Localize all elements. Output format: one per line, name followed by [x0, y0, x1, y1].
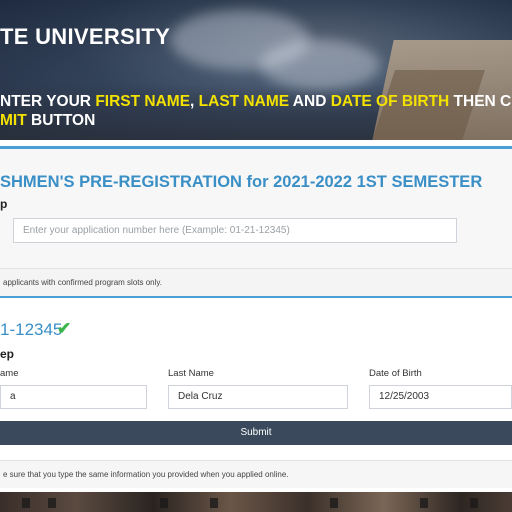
footer-window [210, 498, 218, 508]
footer-window [160, 498, 168, 508]
footer-window [330, 498, 338, 508]
instruction-part: BUTTON [26, 112, 96, 129]
instruction-part: NTER YOUR [0, 93, 96, 110]
dob-label: Date of Birth [369, 368, 422, 379]
first-name-field[interactable]: a [0, 385, 147, 409]
instruction-highlight: MIT [0, 112, 27, 129]
instruction-text: NTER YOUR FIRST NAME, LAST NAME AND DATE… [0, 92, 512, 130]
dob-field[interactable]: 12/25/2003 [369, 385, 512, 409]
instruction-highlight: FIRST NAME [95, 93, 191, 110]
footer-window [470, 498, 478, 508]
footer-window [48, 498, 56, 508]
page-title: SHMEN'S PRE-REGISTRATION for 2021-2022 1… [0, 173, 483, 191]
eligibility-note: applicants with confirmed program slots … [0, 268, 512, 296]
application-number-display: 1-12345 [0, 320, 63, 339]
submit-button[interactable]: Submit [0, 421, 512, 445]
footer-image [0, 492, 512, 512]
university-name: TE UNIVERSITY [0, 24, 171, 49]
hero-banner: TE UNIVERSITY NTER YOUR FIRST NAME, LAST… [0, 0, 512, 140]
instruction-highlight: DATE OF BIRTH [330, 93, 450, 110]
submission-note: e sure that you type the same informatio… [0, 460, 512, 488]
first-name-label: ame [0, 368, 19, 379]
footer-window [22, 498, 30, 508]
step-label: p [0, 197, 8, 211]
application-number-input[interactable] [13, 218, 457, 243]
last-name-label: Last Name [168, 368, 214, 379]
last-name-field[interactable]: Dela Cruz [168, 385, 348, 409]
hero-cloud [260, 40, 380, 90]
footer-window [420, 498, 428, 508]
instruction-part: THEN C [449, 93, 512, 110]
checkmark-icon: ✔ [57, 319, 72, 338]
instruction-highlight: LAST NAME [198, 93, 290, 110]
instruction-part: , [190, 93, 199, 110]
step-label: ep [0, 347, 15, 361]
instruction-part: AND [289, 93, 331, 110]
